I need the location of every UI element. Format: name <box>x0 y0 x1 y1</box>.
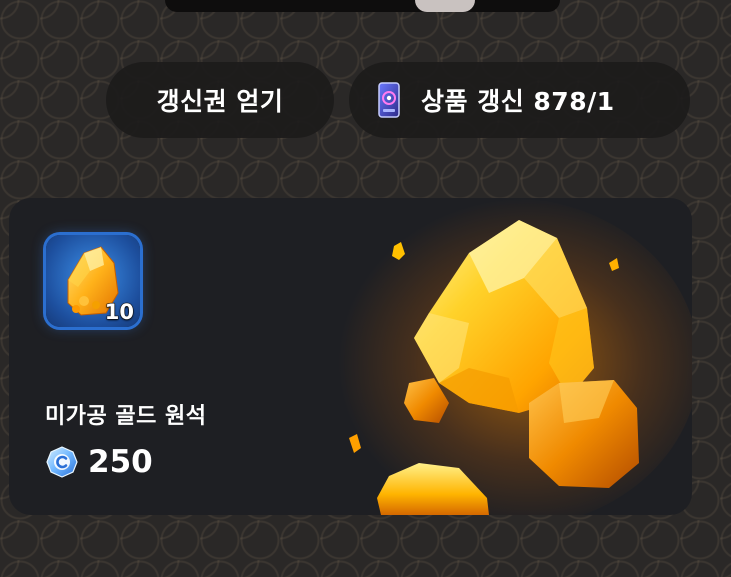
price-value: 250 <box>88 444 153 480</box>
refresh-products-button[interactable]: 상품 갱신 878/1 <box>349 62 690 138</box>
item-slot[interactable]: 10 <box>46 235 140 327</box>
price-row: 250 <box>46 444 153 480</box>
gold-ore-artwork <box>319 198 692 515</box>
get-refresh-ticket-label: 갱신권 얻기 <box>156 87 284 116</box>
item-quantity: 10 <box>104 299 134 324</box>
character-portrait-edge <box>165 0 560 12</box>
product-card[interactable]: 10 미가공 골드 원석 250 <box>9 198 692 515</box>
portrait-face <box>415 0 475 12</box>
get-refresh-ticket-button[interactable]: 갱신권 얻기 <box>106 62 334 138</box>
refresh-products-label: 상품 갱신 878/1 <box>421 87 615 116</box>
refresh-ticket-icon <box>377 82 401 118</box>
item-name: 미가공 골드 원석 <box>45 404 207 429</box>
crystal-coin-icon <box>46 446 78 478</box>
